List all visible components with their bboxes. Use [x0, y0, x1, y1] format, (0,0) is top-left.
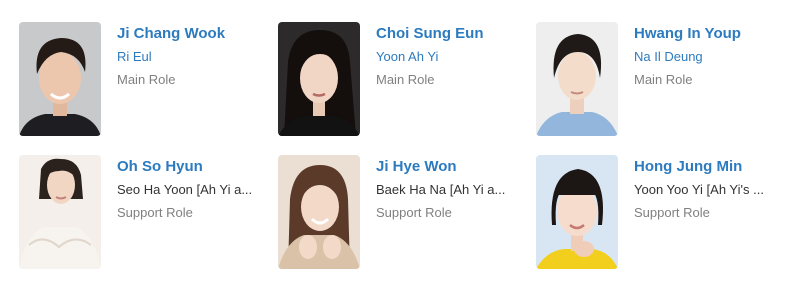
role-label: Support Role [634, 205, 710, 220]
actor-photo[interactable] [19, 155, 101, 269]
actor-photo-image [19, 22, 101, 136]
actor-name[interactable]: Choi Sung Eun [376, 25, 483, 42]
cast-grid: Ji Chang Wook Ri Eul Main Role Choi Sung… [0, 0, 790, 283]
role-label: Main Role [117, 72, 176, 87]
actor-photo-image [536, 22, 618, 136]
role-label: Main Role [376, 72, 435, 87]
role-label: Main Role [634, 72, 693, 87]
character-name[interactable]: Na Il Deung [634, 49, 776, 65]
actor-name[interactable]: Oh So Hyun [117, 158, 203, 175]
cast-card[interactable]: Hong Jung Min Yoon Yoo Yi [Ah Yi's ... S… [536, 155, 786, 273]
actor-name[interactable]: Hwang In Youp [634, 25, 741, 42]
cast-card[interactable]: Hwang In Youp Na Il Deung Main Role [536, 22, 786, 140]
cast-card[interactable]: Ji Hye Won Baek Ha Na [Ah Yi a... Suppor… [278, 155, 528, 273]
role-label: Support Role [117, 205, 193, 220]
actor-photo[interactable] [536, 155, 618, 269]
actor-photo[interactable] [278, 155, 360, 269]
actor-name[interactable]: Ji Hye Won [376, 158, 457, 175]
character-name[interactable]: Yoon Ah Yi [376, 49, 518, 65]
actor-photo-image [278, 155, 360, 269]
cast-card[interactable]: Ji Chang Wook Ri Eul Main Role [19, 22, 269, 140]
actor-photo-image [19, 155, 101, 269]
cast-card[interactable]: Oh So Hyun Seo Ha Yoon [Ah Yi a... Suppo… [19, 155, 269, 273]
actor-name[interactable]: Hong Jung Min [634, 158, 742, 175]
character-name: Seo Ha Yoon [Ah Yi a... [117, 182, 253, 197]
actor-photo[interactable] [278, 22, 360, 136]
actor-photo[interactable] [536, 22, 618, 136]
character-name: Yoon Yoo Yi [Ah Yi's ... [634, 182, 764, 197]
character-name: Baek Ha Na [Ah Yi a... [376, 182, 506, 197]
role-label: Support Role [376, 205, 452, 220]
actor-name[interactable]: Ji Chang Wook [117, 25, 225, 42]
character-name[interactable]: Ri Eul [117, 49, 259, 65]
actor-photo-image [278, 22, 360, 136]
actor-photo-image [536, 155, 618, 269]
actor-photo[interactable] [19, 22, 101, 136]
cast-card[interactable]: Choi Sung Eun Yoon Ah Yi Main Role [278, 22, 528, 140]
